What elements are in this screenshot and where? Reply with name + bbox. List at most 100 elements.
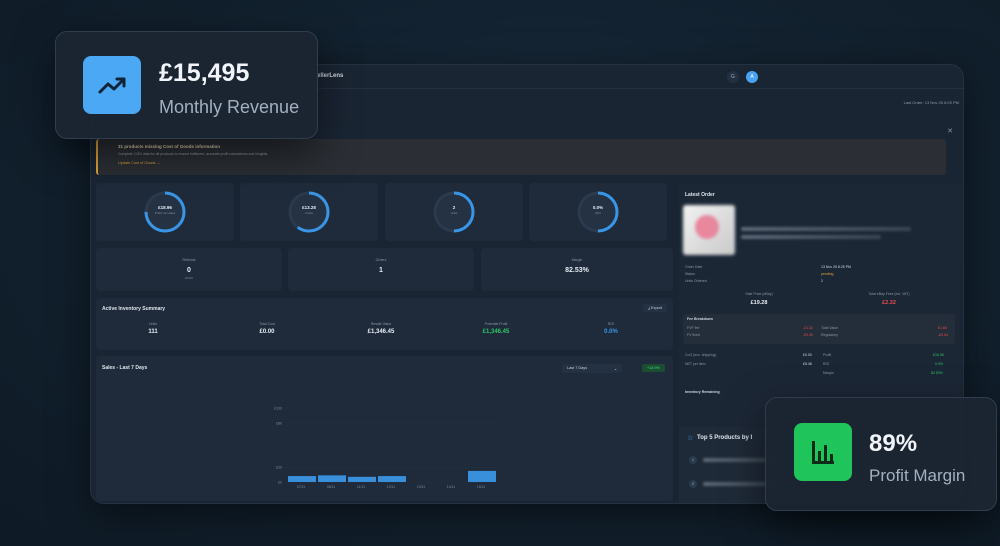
inv-roi-value: 0.0% [604,329,618,335]
units-ordered-label: Units Ordered [685,279,707,283]
bar[interactable] [348,476,376,482]
trophy-icon: ☆ [687,435,694,442]
margin-label: Margin [571,258,583,262]
metric-ring-card: £18.96 Prefix net sales [96,183,234,241]
trending-up-icon [83,56,141,114]
roi-label: ROI [823,362,830,366]
refunds-card: Refunds 0 £0.00 [96,248,282,291]
sale-price-value: £19.28 [750,300,768,306]
product-thumbnail[interactable] [683,205,735,255]
status-label: Status [685,272,695,276]
x-tick-label: 15/11 [477,485,486,489]
margin-card: Margin 82.53% [481,248,673,291]
inventory-summary-card: Active Inventory Summary ⤓ Export Units … [96,298,673,350]
margin-value: 82.53% [565,267,589,274]
profit-margin-caption: Profit Margin [869,466,966,485]
net-per-item-value: £8.48 [803,362,812,366]
inv-potential-profit-value: £1,346.45 [482,329,510,335]
x-tick-label: 08/11 [327,485,336,489]
units-ordered-value: 2 [821,279,823,283]
refunds-value: 0 [187,267,191,274]
ring-label: £13.28 Costs [289,205,329,215]
update-cog-link[interactable]: Update Cost of Goods → [118,161,926,165]
rank-badge: 1 [689,456,697,464]
ring-caption: Prefix net sales [154,211,176,215]
metric-ring-card: 0.0% ROI [529,183,667,241]
bar[interactable] [468,470,496,482]
ring-label: £18.96 Prefix net sales [145,205,185,215]
inv-total-cost: Total Cost £0.00 [222,322,312,335]
fvf-label: FVF fee [687,326,700,330]
x-tick-label: 13/11 [417,485,426,489]
export-button[interactable]: ⤓ Export [643,304,667,312]
inv-units-label: Units [149,322,157,326]
y-tick-label: £20 [276,466,282,470]
inv-resale: Resale Value £1,346.45 [336,322,426,335]
y-tick-label: £0 [278,481,282,485]
ring-value: £13.28 [302,205,316,210]
inv-roi: ROI 0.0% [566,322,656,335]
bar[interactable] [288,476,316,482]
profit-value: £16.96 [933,353,944,357]
product-title-blurred [741,227,911,231]
ring-caption: Costs [305,211,313,215]
latest-order-title: Latest Order [685,192,715,198]
y-tick-label: £80 [276,421,282,425]
close-icon[interactable]: ✕ [947,127,953,135]
inv-total-cost-label: Total Cost [259,322,275,326]
inv-resale-label: Resale Value [370,322,392,326]
fees-label: Total eBay Fees (inc. VAT) [868,292,910,296]
bar[interactable] [318,475,346,482]
bar-chart-icon [794,423,852,481]
margin-row-label: Margin [823,371,834,375]
refunds-sub: £0.00 [185,276,193,280]
y-tick-label: £100 [274,407,282,411]
inventory-title: Active Inventory Summary [102,306,166,312]
product-title-blurred-2 [741,235,881,239]
bar[interactable] [378,476,406,482]
profit-margin-card: 89% Profit Margin [765,397,997,511]
product-name-blurred[interactable] [703,458,773,462]
orders-label: Orders [375,258,387,262]
total-value-value: £1.66 [938,326,947,330]
inv-total-cost-value: £0.00 [259,329,275,335]
inv-potential-profit-label: Potential Profit [484,322,508,326]
inv-potential-profit: Potential Profit £1,346.45 [451,322,541,335]
fv-fixed-label: FV fixed [687,333,700,337]
order-date-label: Order Date [685,265,703,269]
product-name-blurred[interactable] [703,482,773,486]
cog-value: £0.00 [803,353,812,357]
profit-margin-value: 89% [869,430,918,457]
sale-price-label: Sale Price (eBay) [745,292,773,296]
app-brand: ellerLens [317,73,344,79]
fee-breakdown-title: Fee Breakdown [687,317,713,321]
cog-label: CoG (exc. shipping) [685,353,716,357]
avatar[interactable]: A [746,71,758,83]
monthly-revenue-caption: Monthly Revenue [159,97,300,117]
margin-row-value: 82.53% [931,371,943,375]
net-per-item-label: NET per item [685,362,706,366]
last-order-text: Last Order: 13 Nov 25 8:25 PM [903,100,959,105]
fee-breakdown-box: Fee Breakdown FVF fee -£1.32 Total Value… [683,314,955,344]
fvf-value: -£1.32 [803,326,813,330]
x-tick-label: 12/11 [387,485,396,489]
profit-label: Profit [823,353,832,357]
google-icon[interactable]: G [727,71,739,83]
total-value-label: Total Value [821,326,839,330]
inv-roi-label: ROI [607,322,615,326]
fv-fixed-value: -£0.40 [803,333,813,337]
sales-chart-card: Sales - Last 7 Days Last 7 Days ⌄ +18.9% … [96,356,673,501]
inventory-remaining-label: Inventory Remaining [685,390,720,394]
orders-card: Orders 1 [288,248,474,291]
metric-ring-card: 2 Units [385,183,523,241]
refunds-label: Refunds [182,258,196,262]
x-tick-label: 11/11 [357,485,365,489]
top-products-title: Top 5 Products by I [697,435,753,441]
ring-caption: Units [450,211,458,215]
ring-value: 0.0% [592,205,604,210]
fees-value: £2.32 [882,300,896,306]
inv-units: Units 111 [108,322,198,335]
missing-cog-alert: 31 products missing Cost of Goods inform… [96,139,946,175]
alert-subtitle: Complete COG data for all products to en… [118,152,269,156]
ring-value: 2 [452,205,456,210]
